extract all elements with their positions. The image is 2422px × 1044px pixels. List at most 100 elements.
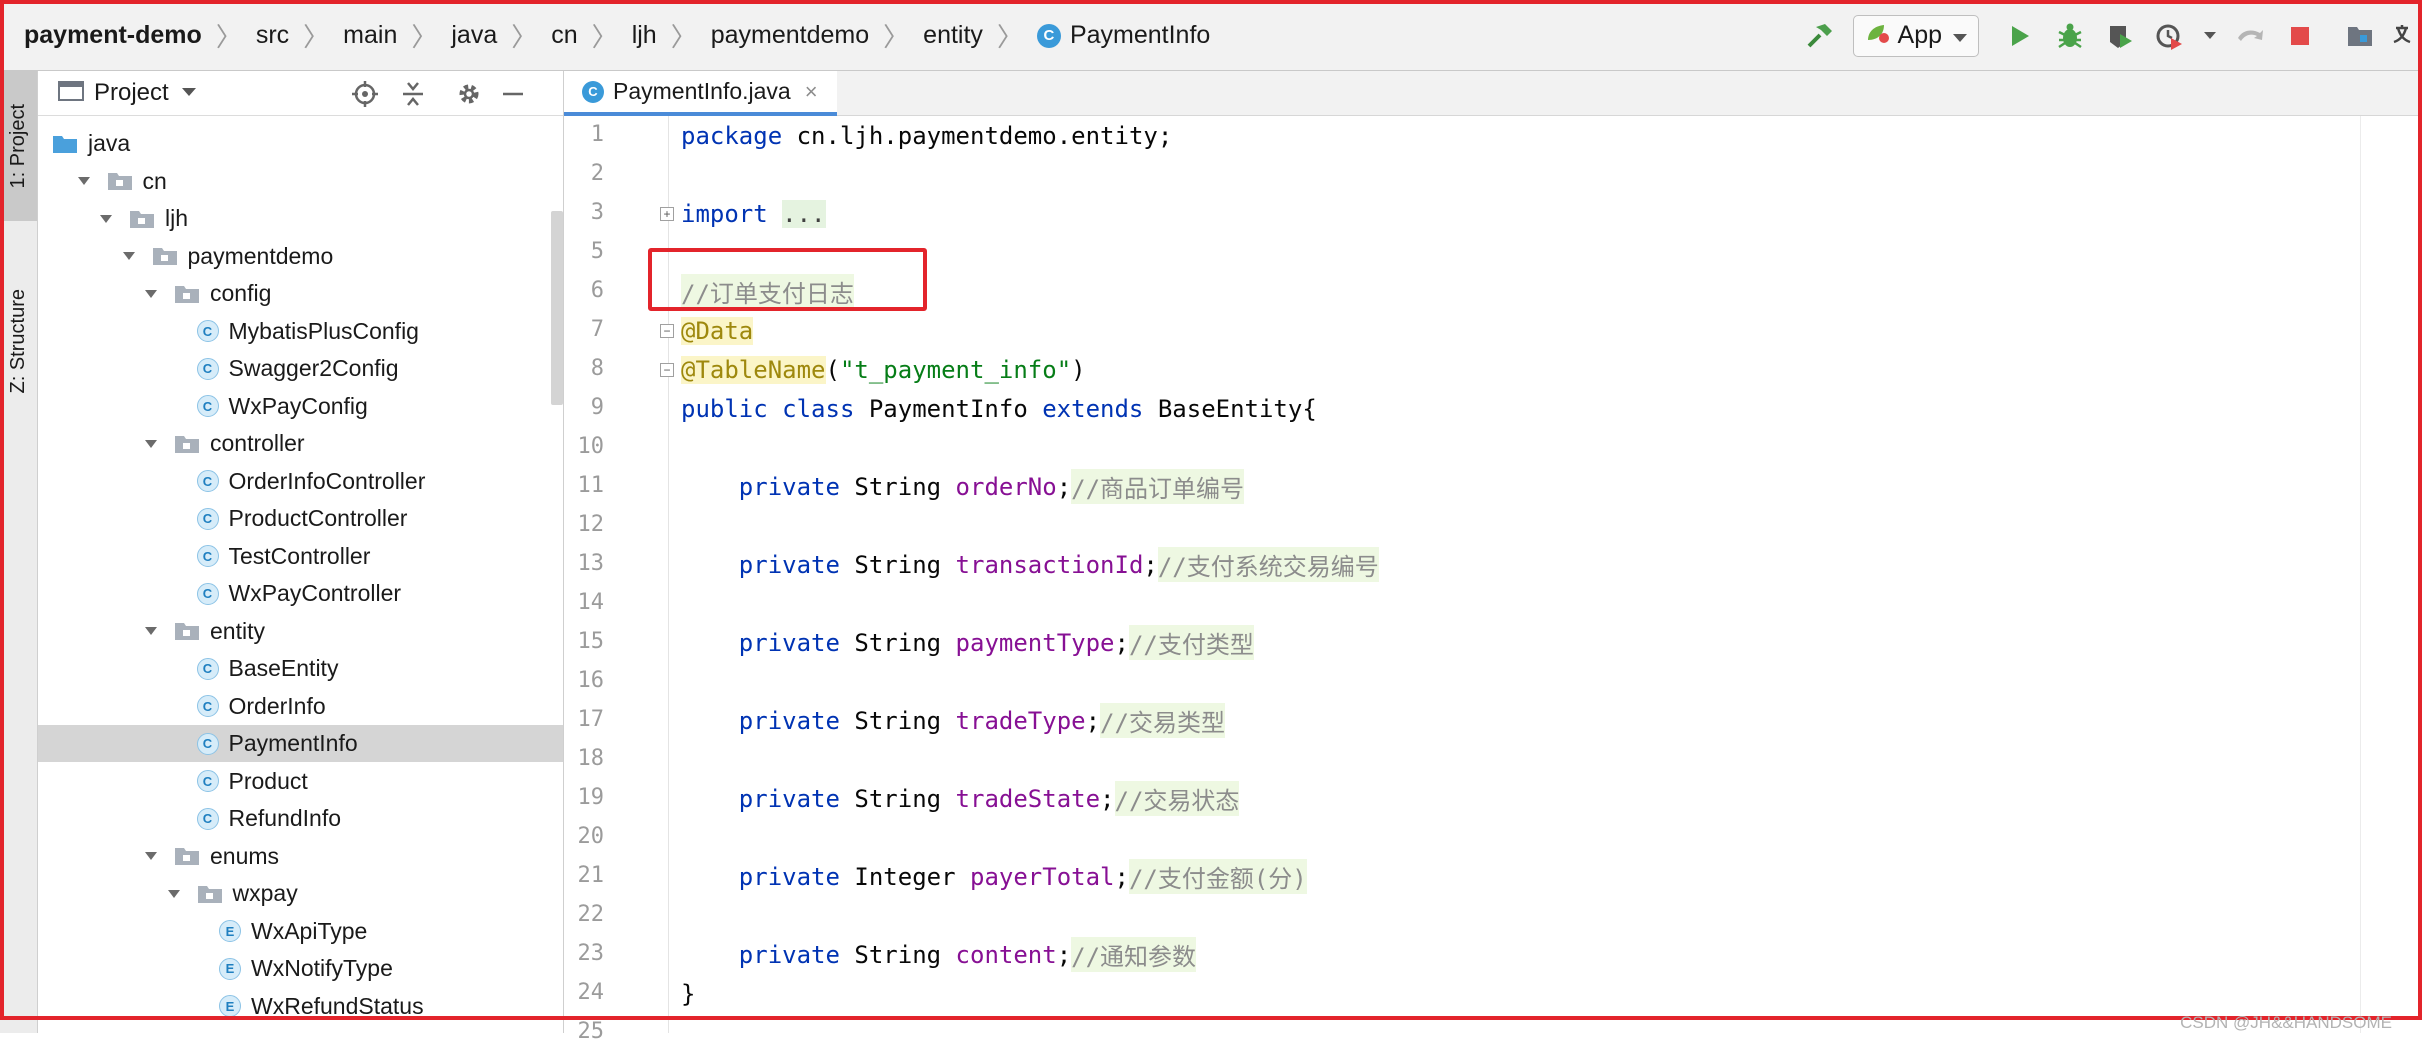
tree-item-label: ProductController (228, 505, 408, 531)
project-tool-tab[interactable]: 1: Project (0, 71, 37, 221)
project-view-icon (58, 80, 84, 107)
tree-expand-arrow-icon[interactable] (75, 172, 93, 190)
line-number: 16 (577, 668, 605, 693)
run-icon[interactable] (1998, 14, 2042, 58)
tree-expand-arrow-icon[interactable] (97, 210, 115, 228)
tree-item-wxpayconfig[interactable]: C WxPayConfig (38, 388, 563, 425)
code-token: ; (1114, 628, 1129, 657)
profile-icon[interactable] (2148, 14, 2192, 58)
translate-icon[interactable] (2389, 14, 2419, 58)
breadcrumb-item[interactable]: main (343, 21, 397, 50)
tree-arrow-spacer (165, 772, 183, 790)
breadcrumb-item[interactable]: entity (923, 21, 983, 50)
tree-expand-arrow-icon[interactable] (120, 247, 138, 265)
tree-item-testcontroller[interactable]: C TestController (38, 538, 563, 575)
code-token: Integer (839, 862, 970, 891)
tree-arrow-spacer (165, 585, 183, 603)
tree-item-wxpay[interactable]: wxpay (38, 875, 563, 912)
tree-item-label: controller (210, 430, 305, 456)
tree-item-product[interactable]: C Product (38, 763, 563, 800)
run-more-dropdown[interactable] (2198, 14, 2222, 58)
breadcrumb-item[interactable]: ljh (632, 21, 657, 50)
tree-item-ljh[interactable]: ljh (38, 200, 563, 237)
tree-item-paymentinfo[interactable]: C PaymentInfo (38, 725, 563, 762)
class-icon: C (196, 470, 219, 492)
collapse-all-icon[interactable] (398, 79, 428, 109)
line-number: 10 (577, 434, 605, 459)
fold-marker-icon[interactable]: − (660, 324, 674, 338)
breadcrumb-item[interactable]: C PaymentInfo (1036, 21, 1210, 50)
debug-icon[interactable] (2048, 14, 2092, 58)
gear-icon[interactable] (454, 79, 484, 109)
tree-item-baseentity[interactable]: C BaseEntity (38, 650, 563, 687)
hammer-icon[interactable] (1798, 14, 1842, 58)
code-token: private (681, 472, 840, 501)
tree-item-label: config (210, 280, 272, 306)
code-token: package (681, 121, 783, 150)
breadcrumb-item[interactable]: java (451, 21, 497, 50)
breadcrumb-item-label: payment-demo (24, 21, 202, 49)
breadcrumb-separator-icon: 〉 (411, 22, 438, 52)
tree-item-wxapitype[interactable]: E WxApiType (38, 913, 563, 950)
tree-expand-arrow-icon[interactable] (165, 885, 183, 903)
tree-item-label: TestController (228, 542, 371, 569)
chevron-down-icon[interactable] (181, 84, 197, 102)
tree-arrow-spacer (165, 472, 183, 490)
stop-icon[interactable] (2278, 14, 2322, 58)
structure-tool-tab[interactable]: Z: Structure (0, 231, 37, 451)
attach-icon[interactable] (2228, 14, 2272, 58)
project-panel-scrollbar[interactable] (551, 211, 563, 405)
code-token: @Data (681, 316, 754, 345)
tree-item-controller[interactable]: controller (38, 425, 563, 462)
tree-expand-arrow-icon[interactable] (142, 435, 160, 453)
source-folder-icon (52, 133, 78, 155)
breadcrumb-item[interactable]: payment-demo (24, 21, 202, 50)
breadcrumb-item-label: entity (923, 21, 983, 49)
run-config-selector[interactable]: App (1852, 14, 1979, 57)
code-comment: //通知参数 (1071, 937, 1197, 972)
tree-item-java[interactable]: java (38, 125, 563, 162)
code-token: @TableName (681, 355, 826, 384)
tree-item-label: Swagger2Config (228, 355, 399, 381)
tree-expand-arrow-icon[interactable] (142, 622, 160, 640)
tree-item-enums[interactable]: enums (38, 838, 563, 875)
tree-item-wxpaycontroller[interactable]: C WxPayController (38, 575, 563, 612)
breadcrumb-separator-icon: 〉 (215, 22, 242, 52)
tree-item-orderinfo[interactable]: C OrderInfo (38, 688, 563, 725)
line-number: 24 (577, 980, 605, 1005)
tree-item-productcontroller[interactable]: C ProductController (38, 500, 563, 537)
breadcrumb-item[interactable]: src (256, 21, 289, 50)
line-number: 15 (577, 629, 605, 654)
tree-item-config[interactable]: config (38, 275, 563, 312)
tree-item-paymentdemo[interactable]: paymentdemo (38, 238, 563, 275)
tree-expand-arrow-icon[interactable] (142, 847, 160, 865)
tree-item-wxtradestate[interactable]: EWxTradeState (38, 1025, 563, 1033)
tree-item-refundinfo[interactable]: C RefundInfo (38, 800, 563, 837)
tree-item-wxrefundstatus[interactable]: E WxRefundStatus (38, 988, 563, 1025)
code-token: String (839, 628, 956, 657)
editor-right-divider (2360, 116, 2361, 1033)
fold-marker-icon[interactable]: + (660, 207, 674, 221)
code-editor[interactable]: package cn.ljh.paymentdemo.entity; import… (681, 116, 2361, 1033)
code-token: public class (681, 394, 855, 423)
tree-item-entity[interactable]: entity (38, 613, 563, 650)
tree-item-label: cn (142, 167, 167, 194)
line-number: 14 (577, 590, 605, 615)
tree-item-mybatisplusconfig[interactable]: C MybatisPlusConfig (38, 313, 563, 350)
tree-item-orderinfocontroller[interactable]: C OrderInfoController (38, 463, 563, 500)
breadcrumb-item[interactable]: cn (551, 21, 577, 50)
tree-item-wxnotifytype[interactable]: E WxNotifyType (38, 950, 563, 987)
breadcrumb-item[interactable]: paymentdemo (711, 21, 869, 50)
project-view-title[interactable]: Project (94, 79, 169, 107)
hide-panel-icon[interactable] (498, 79, 528, 109)
fold-marker-icon[interactable]: − (660, 363, 674, 377)
tab-paymentinfo-java[interactable]: C PaymentInfo.java × (564, 71, 837, 116)
tree-item-label: WxApiType (251, 917, 368, 944)
tree-item-cn[interactable]: cn (38, 163, 563, 200)
tree-item-swagger2config[interactable]: C Swagger2Config (38, 350, 563, 387)
close-icon[interactable]: × (805, 79, 818, 105)
tree-expand-arrow-icon[interactable] (142, 285, 160, 303)
locate-file-icon[interactable] (350, 79, 380, 109)
project-structure-icon[interactable] (2339, 14, 2383, 58)
coverage-icon[interactable] (2098, 14, 2142, 58)
